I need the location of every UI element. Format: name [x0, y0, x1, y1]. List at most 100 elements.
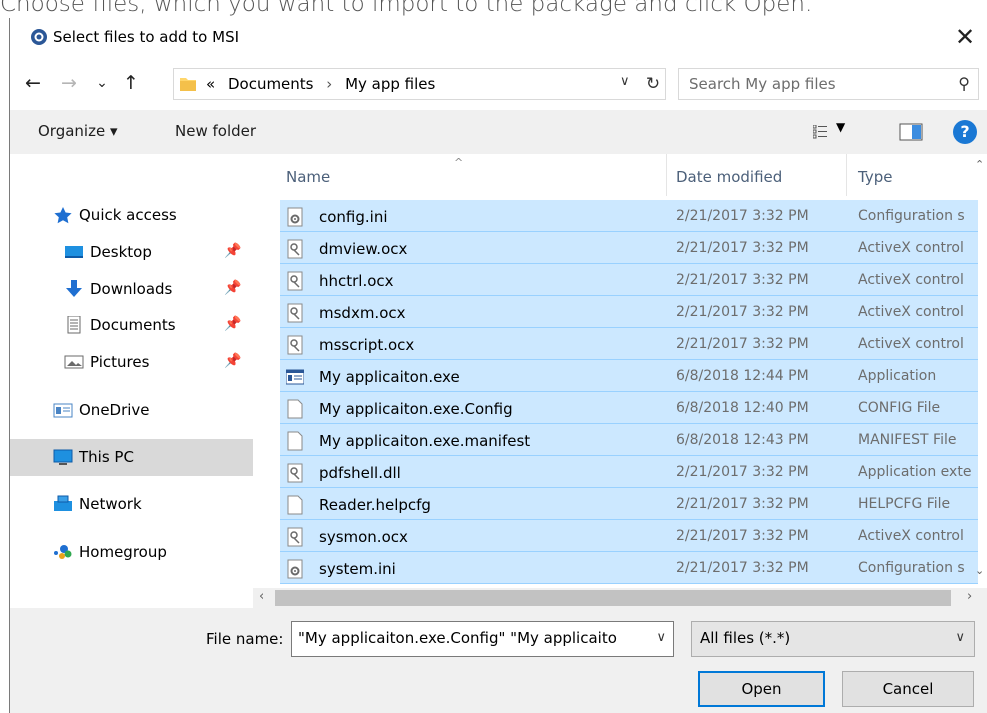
address-dropdown-button[interactable]: ∨	[620, 74, 630, 89]
blank-file-icon	[287, 399, 303, 419]
file-type: Application	[858, 368, 937, 384]
file-date-modified: 2/21/2017 3:32 PM	[676, 464, 809, 480]
scroll-up-button[interactable]: ⌃	[975, 158, 984, 171]
sidebar-item-label: Quick access	[79, 206, 177, 224]
preview-pane-icon[interactable]	[899, 123, 923, 141]
file-name-input[interactable]	[298, 629, 648, 647]
sidebar-item-documents[interactable]: Documents 📌	[10, 307, 253, 344]
table-row[interactable]: hhctrl.ocx 2/21/2017 3:32 PM ActiveX contr…	[280, 264, 978, 296]
table-row[interactable]: My applicaiton.exe.manifest 6/8/2018 12:4…	[280, 424, 978, 456]
address-bar[interactable]: « Documents › My app files ∨ ↻	[173, 68, 666, 100]
open-button[interactable]: Open	[698, 671, 825, 707]
file-type: ActiveX control	[858, 336, 964, 352]
table-row[interactable]: msscript.ocx 2/21/2017 3:32 PM ActiveX con…	[280, 328, 978, 360]
scroll-left-button[interactable]: ‹	[259, 589, 264, 604]
pictures-icon	[64, 355, 84, 369]
navigation-pane: Quick access Desktop 📌 Downloads 📌 Docum…	[10, 154, 253, 586]
sidebar-item-label: Documents	[90, 316, 176, 334]
file-type-value: All files (*.*)	[700, 629, 791, 647]
breadcrumb-overflow-button[interactable]: «	[206, 75, 215, 93]
sidebar-item-quick-access[interactable]: Quick access	[10, 197, 253, 234]
table-row[interactable]: dmview.ocx 2/21/2017 3:32 PM ActiveX contr…	[280, 232, 978, 264]
navigation-bar: ← → ⌄ ↑ « Documents › My app files ∨ ↻ ⚲	[10, 60, 987, 108]
file-type: ActiveX control	[858, 304, 964, 320]
table-row[interactable]: Reader.helpcfg 2/21/2017 3:32 PM HELPCFG F…	[280, 488, 978, 520]
forward-button[interactable]: →	[54, 68, 84, 98]
activex-file-icon	[287, 303, 303, 323]
file-date-modified: 6/8/2018 12:44 PM	[676, 368, 809, 384]
view-options-icon[interactable]	[813, 125, 827, 139]
sidebar-item-homegroup[interactable]: Homegroup	[10, 534, 253, 571]
star-icon	[54, 207, 72, 224]
file-type-select[interactable]: All files (*.*) ∨	[691, 621, 975, 657]
file-date-modified: 6/8/2018 12:43 PM	[676, 432, 809, 448]
settings-file-icon	[287, 559, 303, 579]
folder-icon	[180, 78, 196, 91]
sidebar-item-label: Pictures	[90, 353, 150, 371]
activex-file-icon	[287, 335, 303, 355]
file-type: MANIFEST File	[858, 432, 957, 448]
help-icon[interactable]: ?	[953, 120, 977, 144]
vertical-scrollbar[interactable]: ⌃ ⌄	[972, 154, 987, 586]
file-name: My applicaiton.exe	[319, 368, 460, 386]
scroll-down-button[interactable]: ⌄	[975, 564, 984, 577]
close-button[interactable]: ✕	[942, 18, 987, 58]
sidebar-item-desktop[interactable]: Desktop 📌	[10, 234, 253, 271]
breadcrumb-documents[interactable]: Documents	[228, 75, 314, 93]
table-row[interactable]: msdxm.ocx 2/21/2017 3:32 PM ActiveX contro…	[280, 296, 978, 328]
view-dropdown-button[interactable]: ▼	[836, 120, 845, 134]
sidebar-item-label: Network	[79, 495, 142, 513]
table-row[interactable]: My applicaiton.exe 6/8/2018 12:44 PM Appli…	[280, 360, 978, 392]
pin-icon: 📌	[224, 280, 242, 296]
file-name: My applicaiton.exe.Config	[319, 400, 513, 418]
search-icon[interactable]: ⚲	[958, 74, 970, 93]
documents-icon	[67, 316, 81, 334]
settings-file-icon	[287, 207, 303, 227]
file-name: system.ini	[319, 560, 396, 578]
horizontal-scrollbar[interactable]: ‹ ›	[253, 588, 987, 608]
file-type: HELPCFG File	[858, 496, 951, 512]
table-row[interactable]: system.ini 2/21/2017 3:32 PM Configuration…	[280, 552, 978, 584]
organize-button[interactable]: Organize ▾	[38, 122, 118, 140]
app-icon	[31, 29, 47, 45]
sidebar-item-network[interactable]: Network	[10, 486, 253, 523]
file-name-label: File name:	[206, 630, 284, 648]
table-row[interactable]: sysmon.ocx 2/21/2017 3:32 PM ActiveX contr…	[280, 520, 978, 552]
table-row[interactable]: My applicaiton.exe.Config 6/8/2018 12:40 …	[280, 392, 978, 424]
file-dialog: Select files to add to MSI ✕ ← → ⌄ ↑ « D…	[9, 18, 987, 713]
column-header-type[interactable]: Type	[847, 154, 987, 196]
sidebar-item-downloads[interactable]: Downloads 📌	[10, 271, 253, 308]
dialog-footer: File name: ∨ All files (*.*) ∨ Open Canc…	[10, 608, 987, 713]
breadcrumb: « Documents › My app files	[206, 75, 443, 93]
new-folder-button[interactable]: New folder	[175, 122, 256, 140]
file-name: pdfshell.dll	[319, 464, 401, 482]
cancel-button[interactable]: Cancel	[842, 671, 974, 707]
scroll-right-button[interactable]: ›	[967, 589, 972, 604]
column-header-name[interactable]: ^ Name	[270, 154, 656, 196]
refresh-button[interactable]: ↻	[641, 70, 665, 98]
sidebar-item-onedrive[interactable]: OneDrive	[10, 392, 253, 429]
sidebar-item-label: Downloads	[90, 280, 173, 298]
search-input[interactable]	[689, 74, 929, 94]
horizontal-scroll-thumb[interactable]	[275, 590, 951, 606]
back-button[interactable]: ←	[18, 68, 48, 98]
column-header-label: Date modified	[676, 168, 783, 186]
file-date-modified: 2/21/2017 3:32 PM	[676, 528, 809, 544]
pin-icon: 📌	[224, 243, 242, 259]
recent-locations-button[interactable]: ⌄	[90, 68, 114, 98]
file-type: ActiveX control	[858, 272, 964, 288]
file-date-modified: 2/21/2017 3:32 PM	[676, 304, 809, 320]
sidebar-item-pictures[interactable]: Pictures 📌	[10, 344, 253, 381]
file-name-combobox[interactable]: ∨	[291, 621, 674, 657]
table-row[interactable]: pdfshell.dll 2/21/2017 3:32 PM Application…	[280, 456, 978, 488]
pin-icon: 📌	[224, 353, 242, 369]
column-header-date-modified[interactable]: Date modified	[667, 154, 847, 196]
up-button[interactable]: ↑	[116, 68, 146, 98]
sidebar-item-this-pc[interactable]: This PC	[10, 439, 253, 476]
file-name-dropdown-button[interactable]: ∨	[656, 630, 666, 645]
instruction-text: Choose files, which you want to import t…	[0, 0, 813, 17]
breadcrumb-separator[interactable]: ›	[326, 75, 332, 93]
sidebar-item-label: This PC	[79, 448, 134, 466]
breadcrumb-my-app-files[interactable]: My app files	[345, 75, 435, 93]
table-row[interactable]: config.ini 2/21/2017 3:32 PM Configuration…	[280, 200, 978, 232]
